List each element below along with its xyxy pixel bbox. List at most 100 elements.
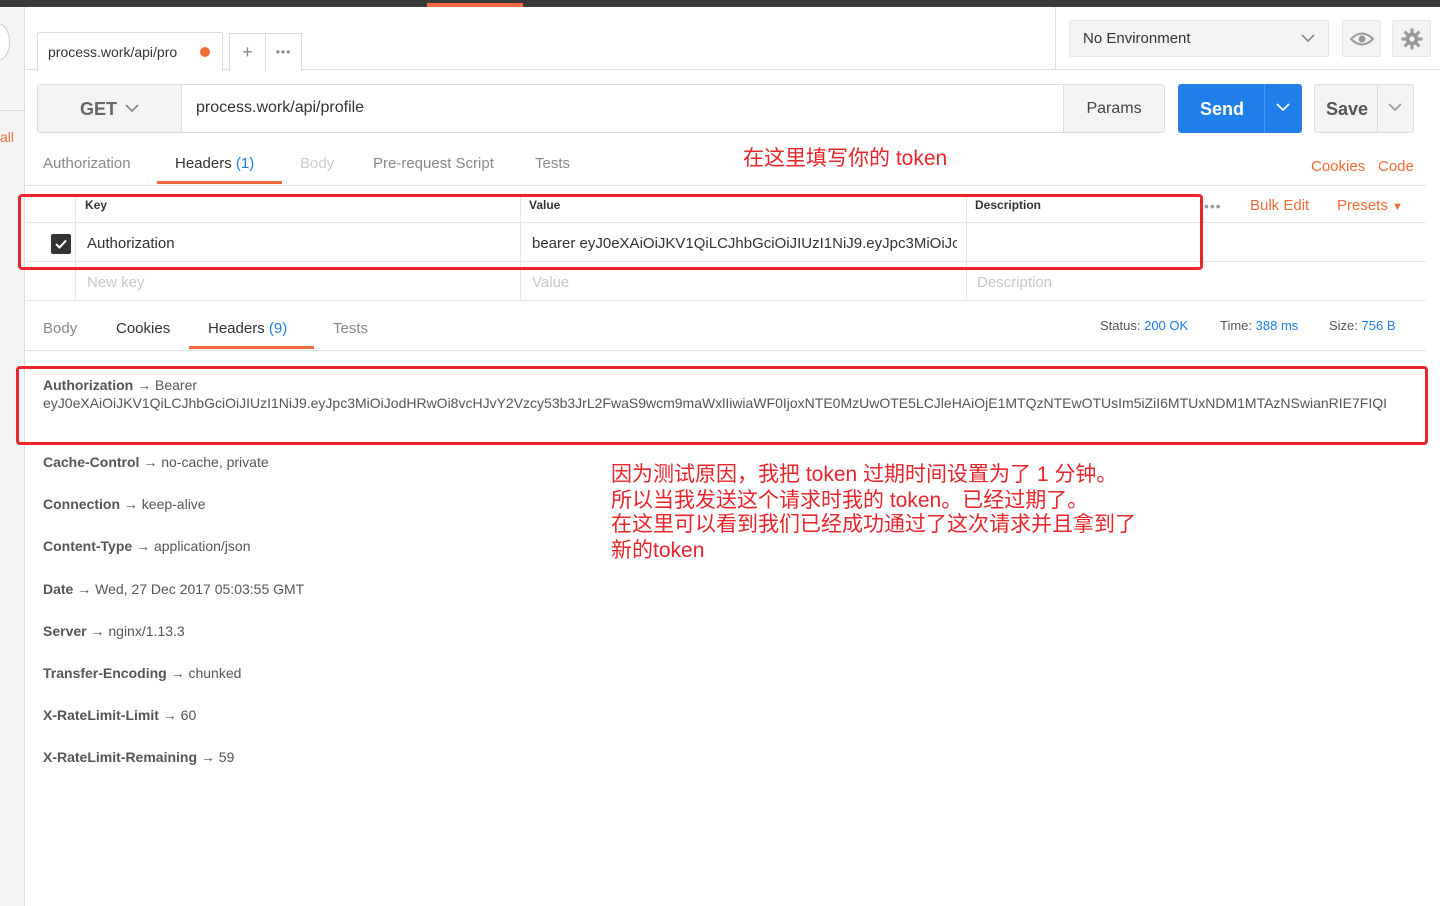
response-tab-body[interactable]: Body — [43, 320, 77, 337]
response-header-row: Transfer-Encoding → chunked — [43, 665, 241, 681]
presets-dropdown[interactable]: Presets ▼ — [1337, 197, 1403, 214]
tab-tests[interactable]: Tests — [535, 155, 570, 172]
active-response-tab-underline — [189, 346, 314, 349]
response-header-row: X-RateLimit-Limit → 60 — [43, 707, 196, 723]
size-value: 756 B — [1361, 318, 1396, 333]
eye-icon — [1349, 32, 1374, 46]
response-header-key: X-RateLimit-Limit — [43, 707, 159, 724]
environment-quick-look-button[interactable] — [1342, 20, 1381, 57]
save-divider — [1377, 85, 1378, 132]
annotation-token-hint: 在这里填写你的 token — [743, 147, 948, 170]
arrow-icon: → — [170, 665, 185, 681]
code-link[interactable]: Code — [1378, 158, 1414, 175]
presets-label: Presets — [1337, 197, 1388, 214]
status-value: 200 OK — [1144, 318, 1189, 333]
response-header-key: Connection — [43, 496, 120, 513]
chevron-down-icon — [1300, 27, 1316, 52]
response-header-row: X-RateLimit-Remaining → 59 — [43, 749, 234, 765]
method-label: GET — [80, 99, 118, 119]
environment-bar: No Environment — [1055, 7, 1440, 70]
gear-icon — [1401, 28, 1422, 50]
settings-button[interactable] — [1392, 20, 1431, 57]
method-select[interactable]: GET — [38, 85, 182, 132]
response-header-value: 59 — [218, 749, 235, 766]
request-subtabs: Authorization Headers (1) Body Pre-reque… — [26, 146, 1426, 186]
response-header-value: Wed, 27 Dec 2017 05:03:55 GMT — [95, 580, 305, 597]
save-options-chevron-icon[interactable] — [1387, 96, 1403, 121]
request-tab[interactable]: process.work/api/pro — [37, 32, 223, 71]
response-header-key: Server — [43, 622, 87, 639]
response-status: Status: 200 OK — [1100, 318, 1188, 333]
response-header-value: no-cache, private — [161, 454, 269, 470]
send-button[interactable]: Send — [1178, 84, 1302, 133]
bulk-edit-link[interactable]: Bulk Edit — [1250, 197, 1309, 214]
save-button[interactable]: Save — [1314, 84, 1414, 133]
request-tab-bar: process.work/api/pro + ••• — [26, 7, 1056, 71]
response-header-value: keep-alive — [141, 496, 206, 513]
response-header-key: Content-Type — [43, 538, 133, 555]
window-top-bar — [0, 0, 1440, 7]
annotation-explanation-line-1: 因为测试原因，我把 token 过期时间设置为了 1 分钟。 — [611, 463, 1118, 486]
params-button[interactable]: Params — [1063, 85, 1164, 132]
environment-selected-label: No Environment — [1083, 30, 1191, 47]
tab-headers-label: Headers — [175, 155, 232, 172]
new-tab-button[interactable]: + — [229, 33, 266, 71]
response-time: Time: 388 ms — [1220, 318, 1298, 333]
save-button-label: Save — [1326, 99, 1369, 119]
tab-authorization[interactable]: Authorization — [43, 155, 131, 172]
active-tab-underline — [157, 181, 282, 184]
url-input[interactable]: process.work/api/profile — [196, 99, 364, 117]
cookies-link[interactable]: Cookies — [1311, 158, 1365, 175]
new-description-input[interactable]: Description — [977, 274, 1052, 291]
response-tab-headers-label: Headers — [208, 320, 265, 337]
response-header-value: chunked — [188, 665, 242, 681]
unsaved-dot-icon — [200, 47, 210, 57]
new-key-input[interactable]: New key — [87, 274, 145, 291]
more-options-icon[interactable]: ••• — [1204, 198, 1222, 214]
arrow-icon: → — [123, 496, 138, 513]
arrow-icon: → — [136, 538, 151, 555]
response-header-key: Transfer-Encoding — [43, 665, 167, 681]
tab-headers-count: (1) — [235, 155, 255, 172]
new-value-input[interactable]: Value — [532, 274, 569, 291]
request-bar: GET process.work/api/profile Params — [37, 84, 1165, 133]
arrow-icon: → — [200, 749, 215, 766]
annotation-highlight-request-header — [18, 194, 1203, 270]
caret-down-icon: ▼ — [1392, 201, 1403, 213]
response-tab-tests[interactable]: Tests — [333, 320, 368, 337]
response-size: Size: 756 B — [1329, 318, 1396, 333]
tab-body[interactable]: Body — [300, 155, 334, 172]
time-value: 388 ms — [1255, 318, 1299, 333]
arrow-icon: → — [90, 622, 105, 639]
response-header-value: application/json — [153, 538, 251, 555]
time-label: Time: — [1220, 318, 1253, 333]
chevron-down-icon — [124, 97, 140, 122]
sidebar-toggle[interactable] — [0, 23, 10, 61]
response-header-row: Content-Type → application/json — [43, 538, 250, 554]
response-header-row: Date → Wed, 27 Dec 2017 05:03:55 GMT — [43, 581, 304, 597]
arrow-icon: → — [77, 580, 92, 597]
tab-headers[interactable]: Headers (1) — [175, 155, 254, 172]
arrow-icon: → — [162, 707, 177, 724]
response-header-value: 60 — [180, 707, 197, 724]
request-tab-title: process.work/api/pro — [48, 44, 178, 60]
size-label: Size: — [1329, 318, 1358, 333]
send-button-label: Send — [1200, 99, 1245, 119]
response-header-row: Cache-Control → no-cache, private — [43, 454, 269, 470]
response-header-key: Cache-Control — [43, 454, 140, 470]
status-label: Status: — [1100, 318, 1141, 333]
annotation-highlight-response-header — [16, 366, 1428, 445]
sidebar-partial-label[interactable]: all — [0, 129, 14, 145]
response-header-row: Server → nginx/1.13.3 — [43, 623, 185, 639]
annotation-explanation-line-3: 在这里可以看到我们已经成功通过了这次请求并且拿到了 — [611, 513, 1136, 536]
send-options-chevron-icon[interactable] — [1275, 96, 1291, 121]
annotation-explanation-line-2: 所以当我发送这个请求时我的 token。已经过期了。 — [611, 489, 1089, 512]
tab-prerequest-script[interactable]: Pre-request Script — [373, 155, 494, 172]
arrow-icon: → — [143, 454, 158, 470]
tab-options-button[interactable]: ••• — [265, 33, 302, 71]
environment-select[interactable]: No Environment — [1069, 20, 1329, 57]
response-tab-cookies[interactable]: Cookies — [116, 320, 170, 337]
response-header-value: nginx/1.13.3 — [108, 622, 185, 639]
response-tab-headers[interactable]: Headers (9) — [208, 320, 287, 337]
response-tabs: Body Cookies Headers (9) Tests Status: 2… — [26, 310, 1426, 351]
